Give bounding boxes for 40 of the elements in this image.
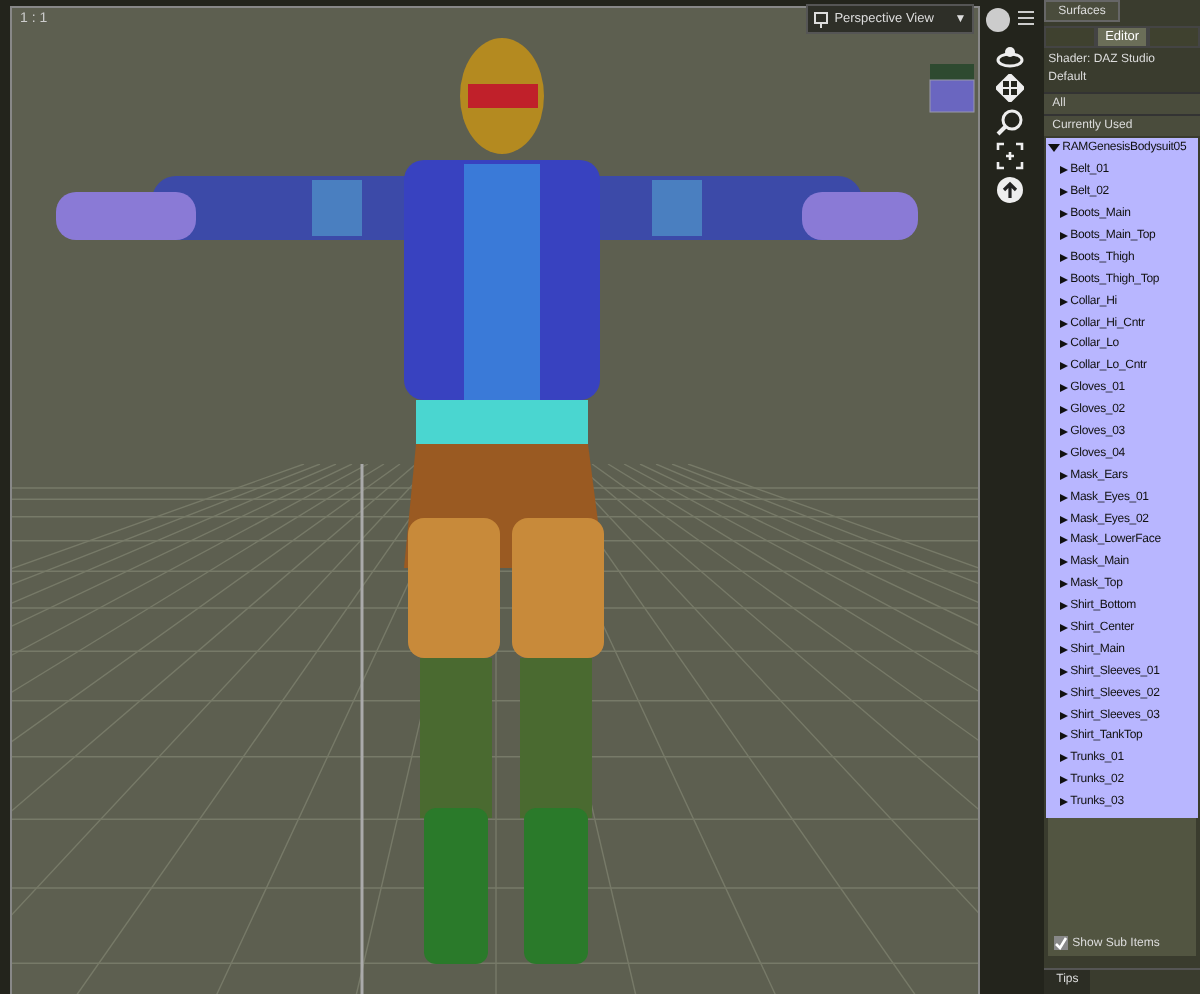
view-cube-icon[interactable] <box>926 60 978 116</box>
expander-icon[interactable] <box>1060 428 1069 437</box>
expander-icon[interactable] <box>1060 754 1069 763</box>
expander-icon[interactable] <box>1060 493 1069 502</box>
zoom-icon[interactable] <box>996 108 1025 136</box>
expander-icon[interactable] <box>1060 776 1069 785</box>
expander-icon[interactable] <box>1060 210 1069 219</box>
expander-icon[interactable] <box>1060 798 1069 807</box>
expander-icon[interactable] <box>1060 319 1069 328</box>
expander-icon[interactable] <box>1060 732 1069 741</box>
expander-icon[interactable] <box>1060 166 1069 175</box>
expander-icon[interactable] <box>1060 558 1069 567</box>
expander-icon[interactable] <box>1048 144 1061 153</box>
shading-menu-icon[interactable] <box>984 6 1037 38</box>
expander-icon[interactable] <box>1060 275 1069 284</box>
expander-icon[interactable] <box>1060 580 1069 589</box>
expander-icon[interactable] <box>1060 645 1069 654</box>
expander-icon[interactable] <box>1060 711 1069 720</box>
expander-icon[interactable] <box>1060 602 1069 611</box>
expander-icon[interactable] <box>1060 624 1069 633</box>
expander-icon[interactable] <box>1060 471 1069 480</box>
checkbox[interactable] <box>1054 936 1069 950</box>
expander-icon[interactable] <box>1060 406 1069 415</box>
expander-icon[interactable] <box>1060 188 1069 197</box>
expander-icon[interactable] <box>1060 232 1069 240</box>
expander-icon[interactable] <box>1060 340 1069 349</box>
expander-icon[interactable] <box>1060 536 1069 545</box>
expander-icon[interactable] <box>1060 384 1069 393</box>
expander-icon[interactable] <box>1060 449 1069 458</box>
viewport-icon <box>814 11 829 27</box>
move-icon[interactable] <box>996 74 1025 102</box>
expander-icon[interactable] <box>1060 297 1069 306</box>
expander-icon[interactable] <box>1060 667 1069 676</box>
orbit-icon[interactable] <box>996 44 1025 68</box>
expander-icon[interactable] <box>1060 515 1069 524</box>
frame-icon[interactable] <box>996 142 1025 170</box>
reset-icon[interactable] <box>996 176 1025 204</box>
expander-icon[interactable] <box>1060 689 1069 698</box>
expander-icon[interactable] <box>1060 362 1069 371</box>
expander-icon[interactable] <box>1060 253 1069 262</box>
